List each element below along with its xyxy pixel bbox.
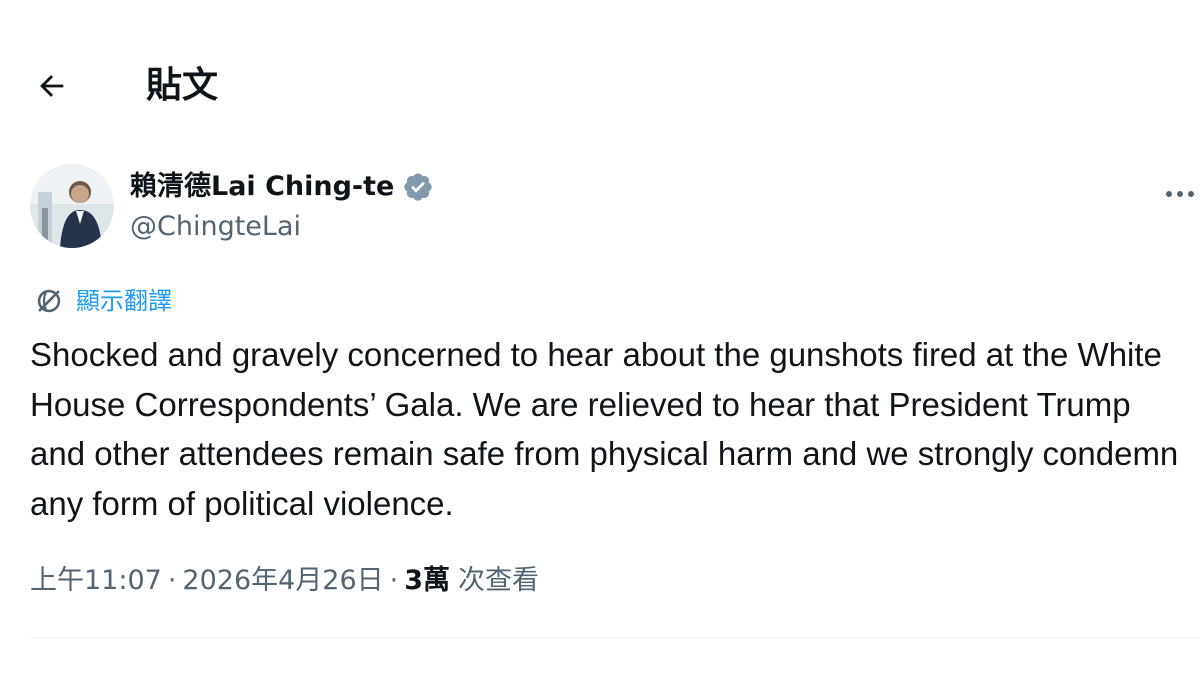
tweet-text: Shocked and gravely concerned to hear ab… <box>30 336 1179 522</box>
more-horizontal-icon <box>1166 191 1194 197</box>
tweet-time[interactable]: 上午11:07 <box>30 562 162 600</box>
verified-badge-icon <box>402 171 434 203</box>
profile-photo <box>30 164 114 248</box>
avatar[interactable] <box>30 164 114 248</box>
more-options-button[interactable] <box>1160 174 1200 214</box>
back-button[interactable] <box>30 64 74 108</box>
translate-label[interactable]: 顯示翻譯 <box>76 284 172 318</box>
globe-icon <box>32 284 66 318</box>
display-name[interactable]: 賴清德Lai Ching-te <box>130 168 394 206</box>
views-label: 次查看 <box>458 565 540 596</box>
user-handle[interactable]: @ChingteLai <box>130 208 301 246</box>
tweet-meta: 上午11:07 · 2026年4月26日 · 3萬 次查看 <box>30 562 539 600</box>
header: 貼文 <box>0 0 1200 170</box>
arrow-left-icon <box>40 75 64 97</box>
page-title: 貼文 <box>146 65 219 106</box>
tweet-date[interactable]: 2026年4月26日 <box>182 562 383 600</box>
meta-separator: · <box>389 565 399 596</box>
views-count: 3萬 <box>404 565 451 596</box>
display-name-group: 賴清德Lai Ching-te <box>130 168 434 206</box>
divider <box>30 637 1200 638</box>
author-row: 賴清德Lai Ching-te @ChingteLai <box>30 164 1200 254</box>
meta-separator: · <box>167 565 177 596</box>
translate-link[interactable]: 顯示翻譯 <box>32 284 172 318</box>
